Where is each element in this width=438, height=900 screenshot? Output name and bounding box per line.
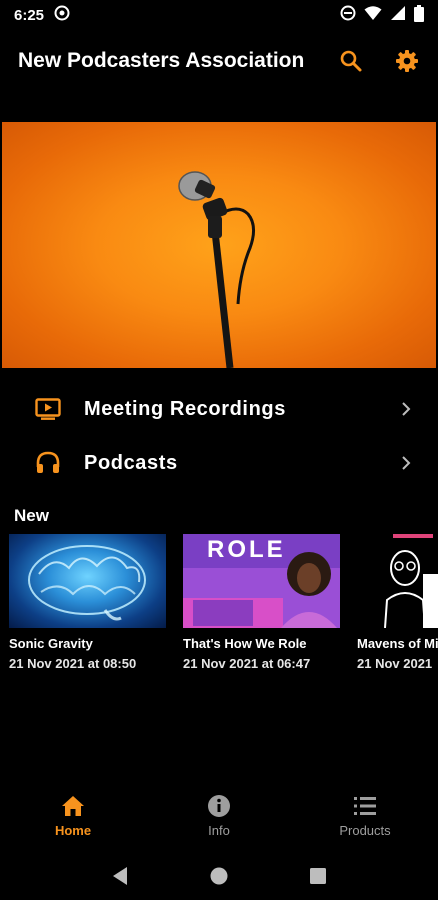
menu-item-podcasts[interactable]: Podcasts (0, 436, 438, 490)
status-bar: 6:25 (0, 0, 438, 30)
wifi-icon (364, 5, 382, 25)
card-title: Sonic Gravity (9, 636, 93, 651)
app-title: New Podcasters Association (18, 49, 305, 72)
chevron-right-icon (398, 455, 414, 471)
status-icons (340, 4, 424, 26)
card-title: That's How We Role (183, 636, 307, 651)
card-thumbnail (357, 534, 438, 628)
card-thumb-text: ROLE (207, 536, 286, 563)
card-date: 21 Nov 2021 (357, 656, 433, 671)
card-mavens[interactable]: Mavens of Mi 21 Nov 2021 (357, 534, 438, 671)
home-circle-icon[interactable] (207, 864, 231, 888)
card-date: 21 Nov 2021 at 06:47 (183, 656, 311, 671)
menu-item-meeting-recordings[interactable]: Meeting Recordings (0, 382, 438, 436)
hero-microphone-image (2, 122, 436, 368)
system-navigation-bar (0, 852, 438, 900)
home-icon (60, 793, 86, 819)
section-title-new: New (14, 506, 49, 525)
card-thumbnail: ROLE (183, 534, 340, 628)
card-thats-how-we-role[interactable]: ROLE That's How We Role 21 Nov 2021 at 0… (183, 534, 340, 671)
app-bar: New Podcasters Association (0, 36, 438, 86)
list-icon (352, 793, 378, 819)
card-date: 21 Nov 2021 at 08:50 (9, 656, 137, 671)
new-items-carousel[interactable]: Sonic Gravity 21 Nov 2021 at 08:50 ROLE … (9, 534, 438, 684)
dnd-icon (340, 5, 356, 25)
nav-item-info[interactable]: Info (146, 784, 292, 846)
nav-label-home: Home (54, 822, 92, 838)
back-icon[interactable] (108, 864, 132, 888)
nav-label-info: Info (208, 822, 230, 838)
menu-item-label: Podcasts (84, 451, 178, 474)
search-icon[interactable] (338, 48, 364, 74)
info-icon (206, 793, 232, 819)
signal-icon (390, 5, 406, 25)
menu-item-label: Meeting Recordings (84, 397, 286, 420)
menu-list: Meeting Recordings Podcasts (0, 382, 438, 490)
card-thumbnail (9, 534, 166, 628)
card-sonic-gravity[interactable]: Sonic Gravity 21 Nov 2021 at 08:50 (9, 534, 166, 671)
tv-play-icon (34, 395, 62, 423)
status-time: 6:25 (14, 6, 45, 24)
gear-icon[interactable] (394, 48, 420, 74)
recents-icon[interactable] (306, 864, 330, 888)
nav-item-products[interactable]: Products (292, 784, 438, 846)
bottom-navigation: Home Info Products (0, 784, 438, 846)
at-sign-icon (54, 5, 70, 25)
nav-label-products: Products (339, 822, 391, 838)
card-title: Mavens of Mi (357, 636, 438, 651)
battery-icon (414, 4, 424, 26)
nav-item-home[interactable]: Home (0, 784, 146, 846)
headphones-icon (34, 449, 62, 477)
chevron-right-icon (398, 401, 414, 417)
